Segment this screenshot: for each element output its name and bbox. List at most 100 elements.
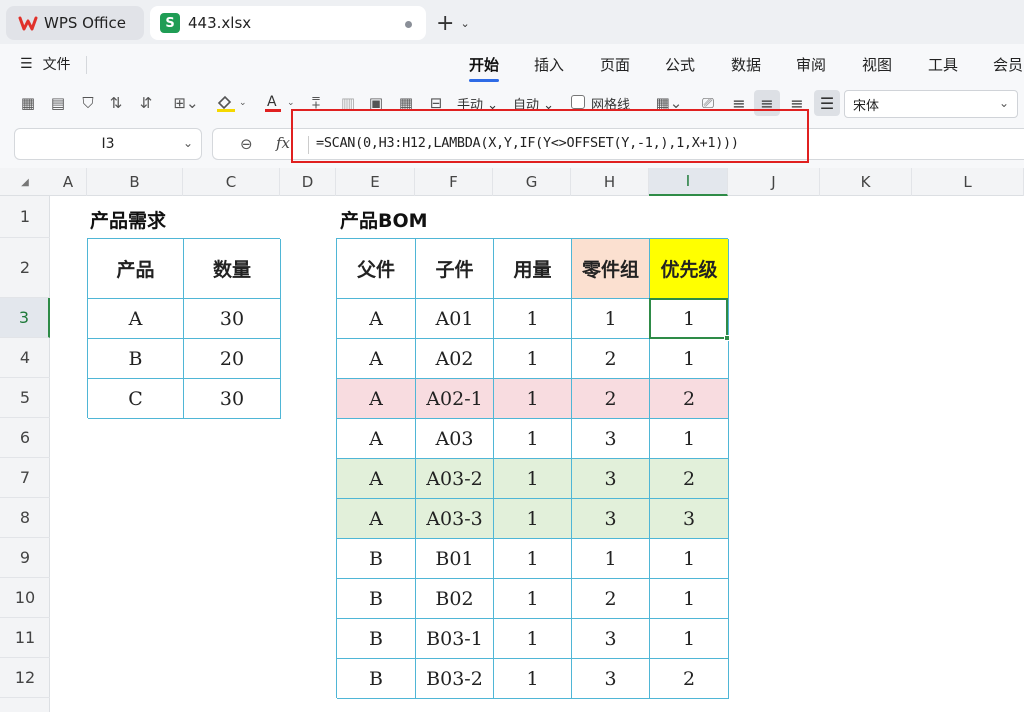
demand-cell[interactable]: 30 [184,379,281,419]
row-header-8[interactable]: 8 [0,498,50,538]
menu-data[interactable]: 数据 [731,54,761,75]
bom-cell[interactable]: B [337,539,416,579]
bom-cell[interactable]: A [337,459,416,499]
bom-cell[interactable]: A01 [416,299,494,339]
name-box[interactable]: I3 ⌄ [14,128,202,160]
bom-header-cell[interactable]: 优先级 [650,239,729,299]
bom-cell[interactable]: 2 [650,659,729,699]
bom-cell[interactable]: 1 [650,539,729,579]
bom-cell[interactable]: 1 [494,339,572,379]
bom-cell[interactable]: A [337,339,416,379]
bom-cell[interactable]: 1 [494,299,572,339]
borders-icon[interactable]: ⊞⌄ [170,93,202,113]
bom-cell[interactable]: 2 [650,459,729,499]
bom-cell[interactable]: B03-1 [416,619,494,659]
bom-cell[interactable]: 3 [572,499,650,539]
column-header-f[interactable]: F [415,168,493,196]
bom-cell[interactable]: 2 [650,379,729,419]
bom-cell[interactable]: 1 [494,579,572,619]
row-header-5[interactable]: 5 [0,378,50,418]
column-header-k[interactable]: K [820,168,912,196]
bom-cell[interactable]: 1 [650,619,729,659]
column-header-c[interactable]: C [183,168,280,196]
menu-view[interactable]: 视图 [862,54,892,75]
paste-values-icon[interactable]: ▦ [18,93,38,113]
bom-header-cell[interactable]: 用量 [494,239,572,299]
bom-cell[interactable]: A03-2 [416,459,494,499]
bom-cell[interactable]: 1 [494,539,572,579]
bom-header-cell[interactable]: 零件组 [572,239,650,299]
row-header-13[interactable]: 13 [0,698,50,712]
column-header-d[interactable]: D [280,168,336,196]
function-icon[interactable]: fx [276,134,290,152]
demand-cell[interactable]: B [88,339,184,379]
bom-header-cell[interactable]: 子件 [416,239,494,299]
tab-wps-office[interactable]: WPS Office [6,6,144,40]
sort-asc-icon[interactable]: ⇅ [106,93,126,113]
menu-insert[interactable]: 插入 [534,54,564,75]
row-header-2[interactable]: 2 [0,238,50,298]
bom-cell[interactable]: 1 [572,539,650,579]
align-middle-icon[interactable]: ☰ [814,90,840,116]
demand-cell[interactable]: A [88,299,184,339]
row-header-6[interactable]: 6 [0,418,50,458]
bom-cell[interactable]: A03 [416,419,494,459]
bom-cell[interactable]: 1 [650,579,729,619]
bom-cell[interactable]: 1 [650,339,729,379]
bom-cell[interactable]: 1 [494,659,572,699]
font-family-select[interactable]: 宋体 ⌄ [844,90,1018,118]
bom-cell[interactable]: A03-3 [416,499,494,539]
filter-icon[interactable]: ⛉ [78,93,98,113]
column-header-i[interactable]: I [649,168,728,196]
select-all-corner[interactable]: ◢ [0,168,50,196]
bom-cell[interactable]: 3 [572,419,650,459]
new-tab-button[interactable]: + ⌄ [436,10,482,36]
bom-cell[interactable]: A02-1 [416,379,494,419]
menu-page[interactable]: 页面 [600,54,630,75]
bom-cell[interactable]: 1 [494,499,572,539]
bom-cell[interactable]: 1 [494,459,572,499]
fill-handle[interactable] [724,335,730,341]
bom-cell[interactable]: 2 [572,339,650,379]
row-header-3[interactable]: 3 [0,298,50,338]
bom-cell[interactable]: B [337,659,416,699]
bom-cell[interactable]: 2 [572,379,650,419]
gridlines-checkbox[interactable] [571,95,585,109]
bom-cell[interactable]: 1 [572,299,650,339]
column-header-g[interactable]: G [493,168,571,196]
demand-header-cell[interactable]: 产品 [88,239,184,299]
menu-tools[interactable]: 工具 [928,54,958,75]
column-header-j[interactable]: J [728,168,820,196]
bom-cell[interactable]: B [337,619,416,659]
sort-desc-icon[interactable]: ⇵ [136,93,156,113]
column-header-b[interactable]: B [87,168,183,196]
menu-member[interactable]: 会员 [993,54,1023,75]
bom-cell[interactable]: 3 [650,499,729,539]
bom-cell[interactable]: 1 [650,419,729,459]
fill-color-icon[interactable]: ⌄ [214,93,248,113]
row-header-12[interactable]: 12 [0,658,50,698]
bom-cell[interactable]: 3 [572,459,650,499]
menu-home[interactable]: 开始 [469,54,499,75]
bom-cell[interactable]: 1 [494,619,572,659]
bom-cell[interactable]: B [337,579,416,619]
bom-cell[interactable]: 2 [572,579,650,619]
column-header-e[interactable]: E [336,168,415,196]
bom-cell[interactable]: A [337,419,416,459]
bom-cell[interactable]: A02 [416,339,494,379]
bom-header-cell[interactable]: 父件 [337,239,416,299]
unsaved-dot-icon[interactable] [405,21,412,28]
bom-cell[interactable]: B03-2 [416,659,494,699]
bom-cell[interactable]: 1 [494,379,572,419]
row-header-4[interactable]: 4 [0,338,50,378]
menu-formula[interactable]: 公式 [665,54,695,75]
bom-cell[interactable]: A [337,379,416,419]
demand-header-cell[interactable]: 数量 [184,239,281,299]
row-header-10[interactable]: 10 [0,578,50,618]
row-header-7[interactable]: 7 [0,458,50,498]
zoom-search-icon[interactable]: ⊖ [240,135,253,153]
bom-cell[interactable]: 3 [572,659,650,699]
demand-cell[interactable]: C [88,379,184,419]
menu-file[interactable]: ☰ 文件 [20,54,71,74]
menu-review[interactable]: 审阅 [796,54,826,75]
